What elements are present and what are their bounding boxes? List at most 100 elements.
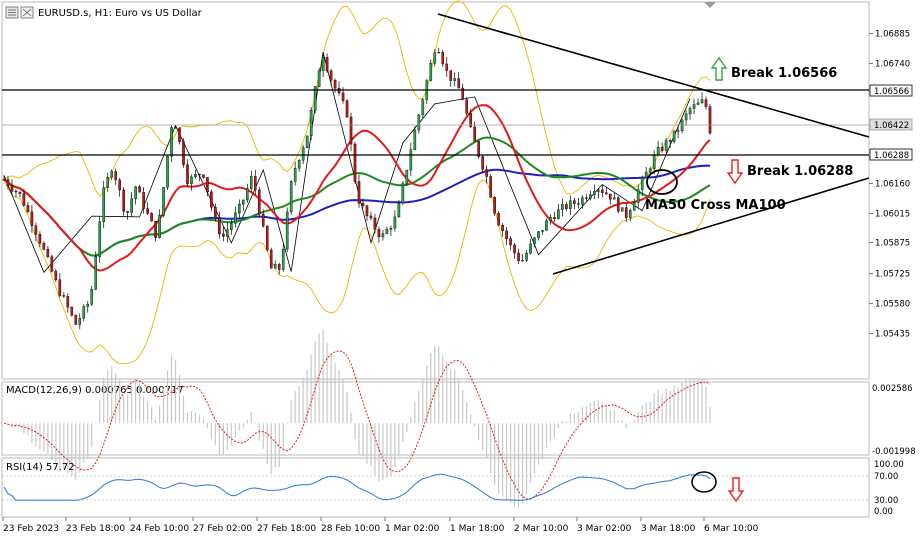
- candle: [549, 214, 552, 225]
- candle: [246, 183, 249, 203]
- candle: [608, 193, 612, 205]
- time-tick-label: 28 Feb 10:00: [321, 524, 380, 534]
- candle: [130, 192, 133, 217]
- bollinger-lower: [3, 179, 711, 365]
- candle: [353, 141, 357, 184]
- candle: [493, 196, 496, 216]
- candle: [676, 124, 680, 138]
- candle: [58, 273, 62, 298]
- candle: [250, 170, 253, 193]
- candle: [154, 220, 157, 242]
- time-tick-label: 6 Mar 10:00: [704, 524, 759, 534]
- candle: [114, 168, 117, 185]
- time-tick-label: 24 Feb 10:00: [130, 524, 189, 534]
- candle: [577, 197, 580, 209]
- rsi-label: RSI(14) 57.72: [6, 462, 75, 473]
- candle: [381, 229, 385, 241]
- candle: [521, 253, 524, 262]
- time-tick-label: 1 Mar 18:00: [450, 524, 505, 534]
- candle: [74, 314, 78, 325]
- time-tick-label: 3 Mar 02:00: [577, 524, 632, 534]
- resistance-price-tag: 1.06566: [869, 84, 913, 97]
- candle: [612, 192, 616, 200]
- candle: [238, 199, 241, 219]
- candle: [126, 210, 129, 220]
- macd-axis-top: 0.002586: [872, 384, 913, 394]
- candle: [597, 188, 600, 199]
- candle: [517, 248, 520, 264]
- price-tick-label: 1.06885: [875, 29, 910, 39]
- ascending-trendline[interactable]: [552, 177, 870, 275]
- candle: [82, 304, 86, 322]
- candle: [146, 202, 149, 216]
- svg-text:1.06566: 1.06566: [874, 87, 909, 97]
- candle: [329, 69, 333, 86]
- candle: [325, 53, 329, 73]
- time-tick-label: 3 Mar 18:00: [641, 524, 696, 534]
- candle: [636, 184, 640, 208]
- chart-header: EURUSD.s, H1: Euro vs US Dollar: [38, 8, 203, 19]
- candle: [122, 187, 125, 216]
- candle: [289, 180, 293, 215]
- candle: [696, 98, 700, 105]
- candle: [349, 112, 353, 152]
- price-tick-label: 1.05725: [875, 270, 910, 280]
- candle: [337, 81, 341, 96]
- candle: [409, 142, 413, 177]
- candle: [94, 251, 98, 291]
- candle: [601, 184, 604, 198]
- candle: [501, 223, 504, 237]
- header-icons[interactable]: [5, 6, 34, 19]
- time-axis[interactable]: 23 Feb 2023 23 Feb 18:00 24 Feb 10:00 27 Fe…: [2, 517, 759, 534]
- candle: [210, 189, 213, 212]
- candle: [692, 98, 696, 114]
- candle: [620, 207, 624, 212]
- macd-axis-bottom: -0.001998: [872, 447, 916, 457]
- candle: [273, 260, 277, 269]
- candle: [477, 140, 480, 159]
- zigzag-path: [3, 52, 691, 274]
- price-tick-label: 1.06015: [875, 210, 910, 220]
- candle: [545, 218, 548, 231]
- rsi-axis-30: 30.00: [874, 496, 898, 506]
- time-tick-label: 1 Mar 02:00: [385, 524, 440, 534]
- candle: [98, 216, 102, 263]
- price-tick-label: 1.06740: [875, 59, 910, 69]
- candle: [170, 125, 173, 163]
- candle: [529, 238, 532, 255]
- candle: [684, 109, 688, 126]
- candle: [357, 174, 361, 208]
- candle: [222, 227, 225, 242]
- candle: [377, 226, 381, 243]
- candle: [429, 59, 433, 82]
- candle: [672, 130, 676, 144]
- time-tick-label: 23 Feb 2023: [3, 524, 59, 534]
- candle: [393, 210, 397, 232]
- candle: [317, 67, 321, 87]
- candle: [708, 104, 712, 135]
- candle: [46, 245, 50, 259]
- down-arrow-icon: [726, 159, 744, 185]
- time-tick-label: 2 Mar 10:00: [514, 524, 569, 534]
- candle: [497, 210, 500, 227]
- candle: [42, 241, 46, 251]
- candle: [242, 199, 245, 212]
- candle: [644, 166, 648, 178]
- candle: [573, 197, 576, 210]
- rsi-axis-0: 0.00: [874, 507, 893, 517]
- rsi-path: [3, 473, 711, 501]
- current-price-tag: 1.06422: [869, 118, 913, 131]
- candle: [166, 155, 169, 190]
- candle: [257, 187, 261, 218]
- price-axis[interactable]: 1.068851.067401.066051.062881.061601.060…: [869, 29, 910, 340]
- bollinger-bands: [3, 0, 711, 365]
- candle: [680, 118, 684, 134]
- chart-shift-marker[interactable]: [704, 2, 716, 8]
- candle: [593, 184, 596, 200]
- up-arrow-icon: [710, 56, 728, 81]
- candle: [385, 226, 389, 235]
- candle: [162, 186, 165, 218]
- bollinger-upper: [3, 0, 711, 197]
- candle: [565, 202, 568, 212]
- candle: [513, 243, 516, 259]
